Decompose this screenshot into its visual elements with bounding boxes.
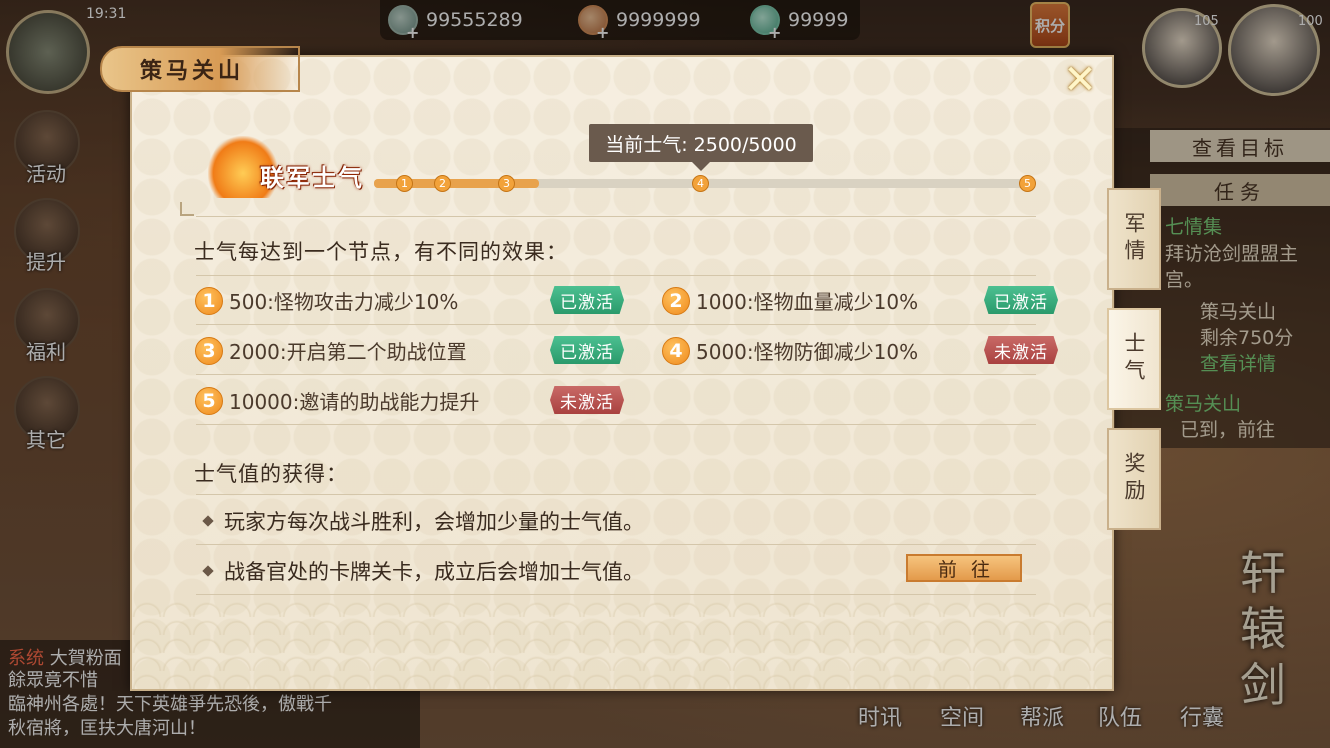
status-badge-activated: 已激活 [550, 286, 624, 314]
node-number-badge: 4 [662, 336, 690, 365]
tab-military-intel[interactable]: 军情 [1107, 188, 1161, 290]
morale-node-3: 3 [498, 175, 515, 192]
effect-text: 5000:怪物防御减少10% [696, 340, 919, 364]
gain-title: 士气值的获得： [194, 462, 348, 486]
divider [196, 374, 1036, 375]
divider [196, 424, 1036, 425]
tab-rewards[interactable]: 奖励 [1107, 428, 1161, 530]
effect-row-3: 3 2000:开启第二个助战位置 [195, 336, 467, 365]
gain-item-1: 玩家方每次战斗胜利，会增加少量的士气值。 [202, 506, 644, 536]
dialog-title-banner: 策马关山 [100, 46, 300, 92]
morale-node-2: 2 [434, 175, 451, 192]
gain-item-2: 战备官处的卡牌关卡，成立后会增加士气值。 [202, 556, 644, 586]
node-number-badge: 2 [662, 286, 690, 315]
divider [196, 324, 1036, 325]
goto-button[interactable]: 前往 [906, 554, 1022, 582]
effects-title: 士气每达到一个节点，有不同的效果： [194, 240, 568, 264]
divider [196, 216, 1036, 217]
wave-pattern [132, 599, 1112, 689]
effect-row-5: 5 10000:邀请的助战能力提升 [195, 386, 479, 415]
divider [196, 494, 1036, 495]
morale-header: 联军士气 [208, 136, 378, 200]
effect-row-4: 4 5000:怪物防御减少10% [662, 336, 918, 365]
morale-tooltip: 当前士气: 2500/5000 [589, 124, 813, 171]
bullet-diamond-icon [202, 565, 214, 577]
effect-row-1: 1 500:怪物攻击力减少10% [195, 286, 458, 315]
status-badge-inactive: 未激活 [984, 336, 1058, 364]
morale-node-1: 1 [396, 175, 413, 192]
close-button[interactable]: ✕ [1062, 60, 1098, 100]
divider [196, 544, 1036, 545]
dialog-title: 策马关山 [140, 58, 245, 84]
node-number-badge: 1 [195, 286, 223, 315]
effect-text: 10000:邀请的助战能力提升 [229, 390, 480, 414]
effect-row-2: 2 1000:怪物血量减少10% [662, 286, 918, 315]
gain-text: 战备官处的卡牌关卡，成立后会增加士气值。 [224, 560, 644, 584]
node-number-badge: 3 [195, 336, 223, 365]
tab-morale[interactable]: 士气 [1107, 308, 1161, 410]
effect-text: 2000:开启第二个助战位置 [229, 340, 467, 364]
divider [196, 594, 1036, 595]
node-number-badge: 5 [195, 386, 223, 415]
effect-text: 1000:怪物血量减少10% [696, 290, 919, 314]
morale-node-5: 5 [1019, 175, 1036, 192]
morale-label: 联军士气 [260, 163, 364, 192]
corner-ornament [180, 202, 194, 216]
status-badge-activated: 已激活 [550, 336, 624, 364]
status-badge-inactive: 未激活 [550, 386, 624, 414]
divider [196, 275, 1036, 276]
gain-text: 玩家方每次战斗胜利，会增加少量的士气值。 [224, 510, 644, 534]
bullet-diamond-icon [202, 515, 214, 527]
status-badge-activated: 已激活 [984, 286, 1058, 314]
effect-text: 500:怪物攻击力减少10% [229, 290, 459, 314]
morale-node-4: 4 [692, 175, 709, 192]
